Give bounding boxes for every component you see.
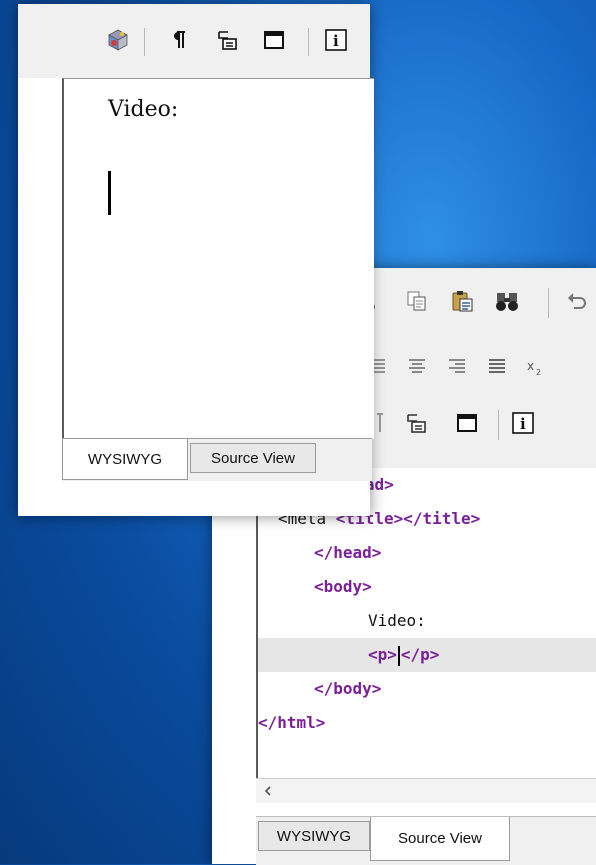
tab-label: WYSIWYG <box>276 827 352 845</box>
tab-source-view[interactable]: Source View <box>190 443 316 473</box>
text-caret <box>397 645 400 666</box>
info-icon[interactable]: i <box>324 28 348 52</box>
document-text: Video: <box>108 97 179 122</box>
find-binoculars-icon[interactable] <box>494 288 520 314</box>
wysiwyg-editor-window: i Video: WYSIWYG Source View <box>18 4 374 516</box>
scroll-left-icon[interactable] <box>262 783 274 802</box>
code-line: <body> <box>258 570 596 604</box>
code-tag: </html> <box>258 713 326 732</box>
code-text: Video: <box>368 611 426 630</box>
outdent-icon[interactable] <box>404 410 430 436</box>
toolbar-separator <box>548 288 549 318</box>
tab-wysiwyg[interactable]: WYSIWYG <box>258 821 370 851</box>
tab-label: Source View <box>211 449 295 467</box>
outdent-icon[interactable] <box>216 28 240 52</box>
wysiwyg-edit-area[interactable]: Video: <box>62 78 374 439</box>
toolbar-separator <box>144 28 145 56</box>
window-icon[interactable] <box>454 410 480 436</box>
tab-wysiwyg[interactable]: WYSIWYG <box>62 439 188 480</box>
3d-cube-icon[interactable] <box>106 28 130 52</box>
code-line: </html> <box>258 706 596 740</box>
svg-text:2: 2 <box>536 368 541 377</box>
code-tag: </body> <box>314 679 382 698</box>
tab-label: Source View <box>398 830 482 847</box>
code-line: Video: <box>258 604 596 638</box>
code-line: </body> <box>258 672 596 706</box>
align-center-icon[interactable] <box>404 354 430 380</box>
svg-text:i: i <box>333 32 339 50</box>
window-icon[interactable] <box>262 28 286 52</box>
current-code-line: <p> </p> <box>258 638 596 672</box>
copy-icon[interactable] <box>404 288 430 314</box>
code-line: </head> <box>258 536 596 570</box>
info-icon[interactable]: i <box>510 410 536 436</box>
subscript-icon[interactable]: x2 <box>522 354 548 380</box>
text-caret <box>108 171 111 215</box>
paragraph-mark-icon[interactable] <box>166 28 190 52</box>
wysiwyg-editor-tabs: WYSIWYG Source View <box>62 438 372 481</box>
code-tag: <body> <box>314 577 372 596</box>
svg-text:x: x <box>527 359 534 373</box>
toolbar-separator <box>308 28 309 56</box>
svg-text:i: i <box>520 415 526 433</box>
code-tag: <p> <box>368 645 397 664</box>
wysiwyg-toolbar: i <box>18 4 370 78</box>
code-tag: </p> <box>400 645 440 664</box>
undo-icon[interactable] <box>564 288 590 314</box>
toolbar-separator <box>498 410 499 440</box>
tab-label: WYSIWYG <box>87 450 163 468</box>
align-right-icon[interactable] <box>444 354 470 380</box>
paste-icon[interactable] <box>450 288 476 314</box>
justify-icon[interactable] <box>484 354 510 380</box>
tab-source-view[interactable]: Source View <box>370 817 510 861</box>
horizontal-scrollbar[interactable] <box>256 778 596 803</box>
source-editor-tabs: WYSIWYG Source View <box>256 816 596 865</box>
code-tag: </head> <box>314 543 382 562</box>
